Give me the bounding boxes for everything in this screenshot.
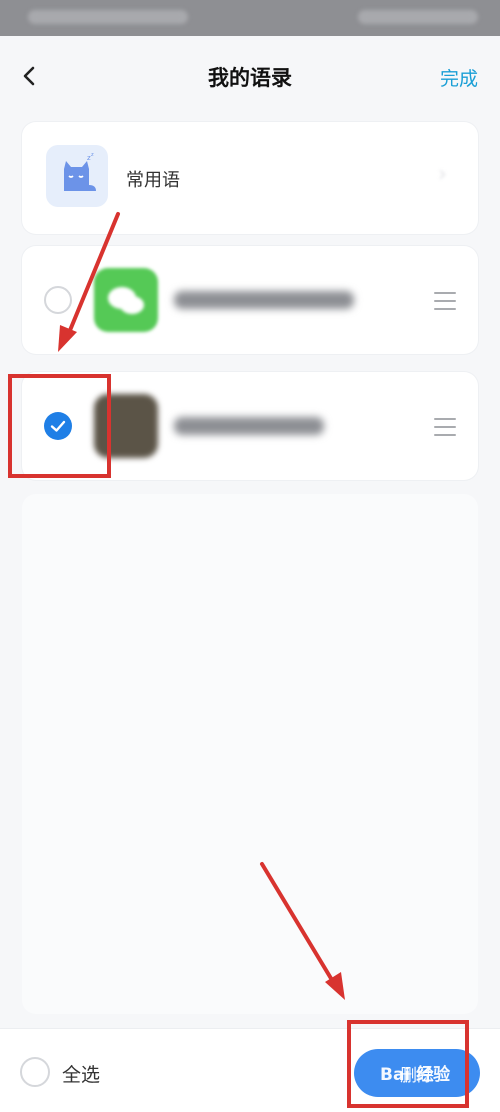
phrase-group-card[interactable]: z z 常用语 ›: [22, 122, 478, 234]
drag-handle-icon[interactable]: [434, 418, 456, 438]
status-bar-left-info: [28, 10, 188, 24]
done-button[interactable]: 完成: [440, 64, 478, 91]
item-select-radio[interactable]: [44, 286, 72, 314]
chevron-right-icon: ›: [438, 162, 447, 187]
empty-area: [22, 494, 478, 1014]
item-text-blurred: [174, 291, 354, 309]
sleeping-cat-icon: z z: [46, 145, 108, 207]
drag-handle-icon[interactable]: [434, 292, 456, 312]
annotation-highlight-box: [347, 1020, 469, 1108]
select-all-label[interactable]: 全选: [62, 1060, 100, 1087]
list-item[interactable]: [22, 246, 478, 354]
wechat-icon: [94, 268, 158, 332]
status-bar: [0, 0, 500, 36]
item-text-blurred: [174, 417, 324, 435]
status-bar-right-info: [358, 10, 478, 24]
phrase-group-label: 常用语: [126, 170, 180, 191]
header: 我的语录 完成: [0, 36, 500, 118]
annotation-highlight-box: [8, 374, 111, 478]
select-all-radio[interactable]: [20, 1057, 50, 1087]
svg-text:z: z: [91, 152, 94, 158]
page-title: 我的语录: [208, 66, 292, 90]
